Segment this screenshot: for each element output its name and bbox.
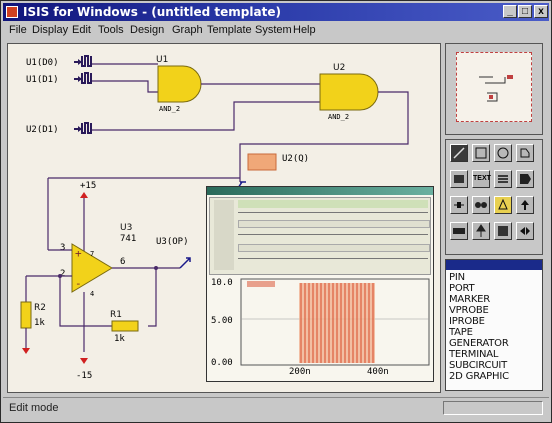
gate-type-u2: AND_2 — [328, 113, 349, 121]
circle-tool-icon[interactable] — [494, 144, 512, 162]
menu-design[interactable]: Design — [130, 24, 164, 36]
menu-template[interactable]: Template — [207, 24, 252, 36]
resistor-r2-ref: R2 — [34, 303, 46, 313]
object-list[interactable]: PIN PORT MARKER VPROBE IPROBE TAPE GENER… — [445, 259, 543, 391]
menu-graph[interactable]: Graph — [172, 24, 203, 36]
gate-ref-u2: U2 — [333, 63, 345, 73]
y-tick-10: 10.0 — [211, 278, 233, 288]
x-tick-200n: 200n — [289, 367, 311, 377]
menu-bar: File Display Edit Tools Design Graph Tem… — [3, 22, 549, 39]
list-item-pin[interactable]: PIN — [449, 272, 465, 283]
overview-map[interactable] — [456, 52, 532, 122]
component-tool-icon[interactable] — [450, 196, 468, 214]
list-item-subcircuit[interactable]: SUBCIRCUIT — [449, 360, 507, 371]
object-list-header — [446, 260, 542, 270]
status-text: Edit mode — [9, 402, 59, 414]
menu-system[interactable]: System — [255, 24, 292, 36]
mirror-tool-icon[interactable] — [516, 222, 534, 240]
gate-ref-u1: U1 — [156, 55, 168, 65]
list-item-generator[interactable]: GENERATOR — [449, 338, 509, 349]
text-tool-button[interactable]: TEXT — [472, 170, 491, 188]
input-label-u2-d1: U2(D1) — [26, 125, 59, 135]
list-item-tape[interactable]: TAPE — [449, 327, 473, 338]
gate-type-u1: AND_2 — [159, 105, 180, 113]
graph-plot: 10.0 5.00 0.00 200n 400n — [211, 278, 430, 377]
box-tool-icon[interactable] — [472, 144, 490, 162]
arc-tool-icon[interactable] — [516, 144, 534, 162]
pin-tool-icon[interactable] — [494, 222, 512, 240]
probe-label: U2(Q) — [282, 154, 309, 164]
opamp-output-label: U3(OP) — [156, 237, 189, 247]
pin-7: 7 — [90, 250, 94, 258]
power-terminal-icon[interactable] — [80, 192, 88, 198]
symbol-tool-icon[interactable] — [450, 170, 468, 188]
port-tool-icon[interactable] — [450, 222, 468, 240]
y-tick-0: 0.00 — [211, 358, 233, 368]
and-gate-u2[interactable] — [319, 73, 379, 111]
waveform-trace — [299, 283, 375, 363]
resistor-r2-value: 1k — [34, 318, 45, 328]
input-label-u1-d0: U1(D0) — [26, 58, 59, 68]
device-tool-icon[interactable] — [472, 196, 490, 214]
generator-icon[interactable] — [74, 122, 92, 134]
pin-3: 3 — [60, 243, 65, 253]
power-terminal-icon[interactable] — [80, 358, 88, 364]
overview-panel — [445, 43, 543, 135]
maximize-button[interactable]: □ — [518, 5, 532, 18]
line-tool-icon[interactable] — [450, 144, 468, 162]
graph-traces-area — [209, 197, 431, 275]
resistor-r1-ref: R1 — [110, 310, 122, 320]
simulation-graph[interactable]: 10.0 5.00 0.00 200n 400n — [206, 186, 434, 382]
supply-neg-label: -15 — [76, 371, 92, 381]
bus-tool-icon[interactable] — [494, 170, 512, 188]
menu-help[interactable]: Help — [293, 24, 316, 36]
minimize-button[interactable]: _ — [503, 5, 517, 18]
overview-thumbnail — [479, 75, 513, 102]
opamp-type: 741 — [120, 234, 136, 244]
minus-sign: - — [75, 277, 82, 290]
schematic-canvas[interactable]: U1(D0) U1(D1) U2(D1) U1 AND_2 U2 AND_2 U… — [7, 43, 441, 393]
list-item-iprobe[interactable]: IPROBE — [449, 316, 485, 327]
list-item-terminal[interactable]: TERMINAL — [449, 349, 498, 360]
ground-icon[interactable] — [22, 348, 30, 354]
plus-sign: + — [75, 247, 82, 260]
label-tool-icon[interactable] — [516, 170, 534, 188]
input-label-u1-d1: U1(D1) — [26, 75, 59, 85]
window-title: ISIS for Windows - (untitled template) — [23, 5, 281, 19]
menu-file[interactable]: File — [9, 24, 27, 36]
generator-icon[interactable] — [74, 55, 92, 67]
supply-pos-label: +15 — [80, 181, 96, 191]
resistor-r1[interactable] — [111, 320, 139, 332]
probe-marker-icon[interactable] — [247, 153, 277, 171]
marker-tool-icon[interactable] — [494, 196, 512, 214]
menu-display[interactable]: Display — [32, 24, 68, 36]
isis-window: ISIS for Windows - (untitled template) _… — [0, 0, 552, 423]
pin-4: 4 — [90, 290, 94, 298]
menu-edit[interactable]: Edit — [72, 24, 91, 36]
generator-icon[interactable] — [74, 72, 92, 84]
app-icon — [6, 6, 18, 18]
status-field — [443, 401, 543, 415]
and-gate-u1[interactable] — [157, 65, 202, 103]
resistor-r2[interactable] — [20, 301, 32, 329]
pin-6: 6 — [120, 257, 125, 267]
list-item-2d-graphic[interactable]: 2D GRAPHIC — [449, 371, 509, 382]
opamp-ref: U3 — [120, 223, 132, 233]
list-item-vprobe[interactable]: VPROBE — [449, 305, 489, 316]
resistor-r1-value: 1k — [114, 334, 125, 344]
list-item-port[interactable]: PORT — [449, 283, 475, 294]
list-item-marker[interactable]: MARKER — [449, 294, 490, 305]
y-tick-5: 5.00 — [211, 316, 233, 326]
rotate-tool-icon[interactable] — [516, 196, 534, 214]
status-bar: Edit mode — [3, 397, 549, 420]
menu-tools[interactable]: Tools — [98, 24, 124, 36]
close-button[interactable]: x — [534, 5, 548, 18]
title-bar[interactable]: ISIS for Windows - (untitled template) _… — [3, 3, 549, 21]
junction-tool-icon[interactable] — [472, 222, 490, 240]
x-tick-400n: 400n — [367, 367, 389, 377]
tool-palette: TEXT — [445, 139, 543, 255]
graph-titlebar[interactable] — [207, 187, 433, 195]
